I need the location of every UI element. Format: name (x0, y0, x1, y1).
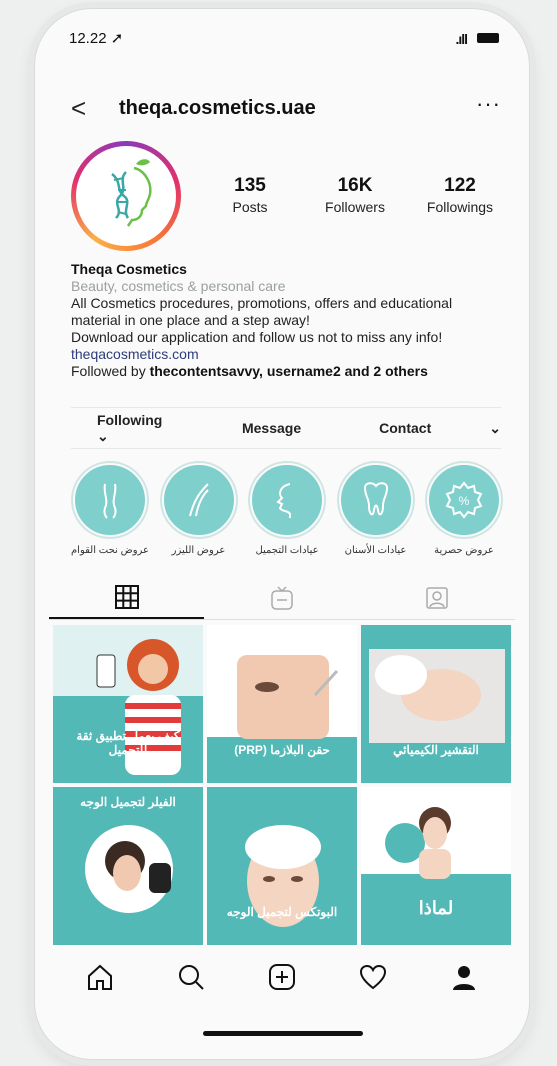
profile-username: theqa.cosmetics.uae (119, 97, 316, 119)
posts-grid: كيف يعمل تطبيق ثقة للتجميل حقن البلازما … (53, 625, 511, 945)
post-caption: التقشير الكيميائي (393, 743, 479, 757)
botox-face-illustration (245, 825, 321, 927)
post-caption: البوتكس لتجميل الوجه (226, 905, 338, 919)
face-closeup-illustration (207, 625, 357, 783)
highlight-label: عيادات الأسنان (344, 545, 407, 556)
svg-text:%: % (459, 494, 470, 508)
highlight-label: عروض حصرية (434, 545, 494, 556)
bio-line-2: material in one place and a step away! (71, 312, 310, 328)
brand-logo-icon (111, 159, 152, 227)
highlight-exclusive-offers[interactable]: % عروض حصرية (421, 459, 507, 556)
tooth-icon (363, 482, 388, 516)
filler-face-illustration (85, 825, 173, 913)
woman-portrait-illustration (385, 807, 451, 879)
home-icon[interactable] (85, 962, 115, 992)
face-profile-icon (276, 483, 291, 518)
story-highlights: عروض نحت القوام عروض الليزر عيادات التجم… (67, 459, 507, 556)
bio-name: Theqa Cosmetics (71, 261, 187, 277)
highlight-label: عروض نحت القوام (70, 545, 150, 556)
home-indicator (203, 1031, 363, 1036)
bottom-nav (35, 947, 529, 1007)
phone-frame: 12.22 ➚ .ıll < theqa.cosmetics.uae ··· 1… (34, 8, 530, 1060)
stat-posts[interactable]: 135 Posts (205, 175, 295, 215)
more-options-icon[interactable]: ··· (476, 91, 501, 117)
stat-followings-label: Followings (426, 199, 494, 215)
tagged-user-icon (426, 587, 449, 609)
igtv-icon (271, 586, 293, 610)
battery-icon (477, 33, 499, 43)
post-thumbnail[interactable]: التقشير الكيميائي (361, 625, 511, 783)
followed-by-names: thecontentsavvy, username2 and 2 others (149, 363, 428, 379)
back-icon[interactable]: < (71, 93, 86, 124)
post-caption: الفيلر لتجميل الوجه (80, 795, 176, 809)
laser-icon (188, 483, 209, 517)
followed-by-prefix: Followed by (71, 363, 150, 379)
avatar (76, 146, 176, 246)
profile-avatar-ring[interactable] (71, 141, 181, 251)
post-thumbnail[interactable]: البوتكس لتجميل الوجه (207, 787, 357, 945)
highlight-dental-clinics[interactable]: عيادات الأسنان (333, 459, 419, 556)
tab-grid[interactable] (49, 577, 205, 619)
post-caption: لماذا (418, 898, 454, 918)
bio-category: Beauty, cosmetics & personal care (71, 278, 286, 294)
add-post-icon[interactable] (267, 962, 297, 992)
profile-stats: 135 Posts 16K Followers 122 Followings (205, 175, 505, 215)
highlight-cover: % (427, 463, 501, 537)
message-button[interactable]: Message (242, 420, 301, 436)
following-button[interactable]: Following ⌄ (97, 412, 166, 445)
highlight-cosmetic-clinics[interactable]: عيادات التجميل (244, 459, 330, 556)
tab-tagged[interactable] (360, 577, 515, 619)
discount-badge-icon: % (445, 481, 483, 519)
status-time: 12.22 ➚ (69, 30, 124, 47)
contact-button[interactable]: Contact (379, 420, 431, 436)
body-icon (103, 483, 117, 519)
bio-link[interactable]: theqacosmetics.com (71, 346, 501, 363)
stat-followers-count: 16K (337, 175, 373, 196)
signal-icon: .ıll (455, 31, 468, 47)
profile-tabs (49, 577, 515, 620)
bio-followed-by[interactable]: Followed by thecontentsavvy, username2 a… (71, 363, 501, 380)
highlight-laser[interactable]: عروض الليزر (156, 459, 242, 556)
highlight-label: عيادات التجميل (255, 545, 319, 556)
highlight-cover (161, 463, 236, 537)
grid-icon (114, 585, 139, 609)
stat-followers-label: Followers (325, 199, 385, 215)
bio-line-1: All Cosmetics procedures, promotions, of… (71, 295, 453, 311)
profile-bio: Theqa Cosmetics Beauty, cosmetics & pers… (71, 261, 501, 380)
highlight-cover (73, 463, 147, 537)
post-caption: حقن البلازما (PRP) (234, 743, 330, 757)
post-thumbnail[interactable]: حقن البلازما (PRP) (207, 625, 357, 783)
stat-followings-count: 122 (444, 175, 476, 196)
profile-icon[interactable] (449, 962, 479, 992)
bio-line-3: Download our application and follow us n… (71, 329, 443, 345)
profile-header: < theqa.cosmetics.uae ··· (35, 91, 529, 133)
heart-icon[interactable] (358, 962, 388, 992)
highlight-body-contouring[interactable]: عروض نحت القوام (67, 459, 153, 556)
more-actions-icon[interactable]: ⌄ (489, 420, 501, 437)
tab-reels[interactable] (204, 577, 359, 619)
stat-followers[interactable]: 16K Followers (310, 175, 400, 215)
stat-posts-label: Posts (232, 199, 268, 215)
highlight-label: عروض الليزر (171, 545, 226, 556)
post-caption: كيف يعمل تطبيق ثقة للتجميل (76, 729, 180, 757)
woman-phone-illustration (96, 639, 181, 775)
highlight-cover (338, 463, 413, 537)
post-thumbnail[interactable]: لماذا (361, 787, 511, 945)
facial-treatment-illustration (369, 649, 505, 743)
status-bar: 12.22 ➚ .ıll (35, 9, 529, 59)
search-icon[interactable] (176, 962, 206, 992)
highlight-cover (250, 463, 324, 537)
stat-posts-count: 135 (234, 175, 266, 196)
post-thumbnail[interactable]: كيف يعمل تطبيق ثقة للتجميل (53, 625, 203, 783)
profile-actions: Following ⌄ Message Contact ⌄ (71, 407, 501, 449)
stat-followings[interactable]: 122 Followings (415, 175, 505, 215)
post-thumbnail[interactable]: الفيلر لتجميل الوجه (53, 787, 203, 945)
